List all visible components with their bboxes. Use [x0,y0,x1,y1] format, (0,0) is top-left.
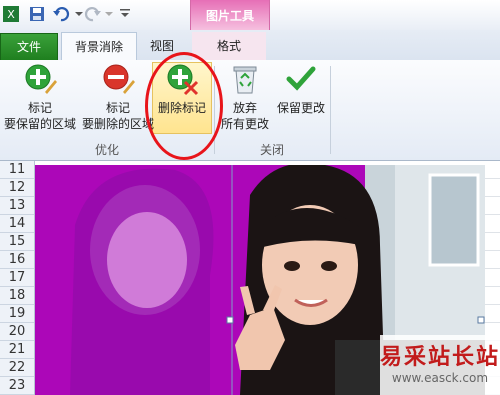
tab-format[interactable]: 格式 [192,32,266,60]
discard-line2: 所有更改 [220,117,269,131]
row-number[interactable]: 22 [0,359,34,377]
tab-file[interactable]: 文件 [0,33,58,61]
row-number[interactable]: 14 [0,215,34,233]
ribbon-tabs: 文件 背景消除 视图 格式 [0,30,500,62]
svg-text:X: X [7,8,15,21]
discard-changes-button[interactable]: 放弃 所有更改 [218,62,272,132]
row-number[interactable]: 12 [0,179,34,197]
minus-pencil-icon [103,64,135,94]
recycle-bin-icon [233,66,257,94]
customize-qat-icon[interactable] [116,5,134,23]
keep-changes-label: 保留更改 [276,101,325,115]
save-icon[interactable] [28,5,46,23]
row-number[interactable]: 16 [0,251,34,269]
keep-changes-button[interactable]: 保留更改 [270,62,332,116]
row-number[interactable]: 17 [0,269,34,287]
row-number[interactable]: 13 [0,197,34,215]
discard-line1: 放弃 [232,101,257,115]
tab-remove-background[interactable]: 背景消除 [61,32,137,62]
mark-keep-button[interactable]: 标记 要保留的区域 [2,62,78,132]
check-icon [286,66,316,91]
mark-remove-line2: 要删除的区域 [81,117,154,131]
watermark-title: 易采站长站 [380,345,500,370]
mark-keep-line1: 标记 [27,101,52,115]
excel-app-icon: X [3,6,19,22]
row-number[interactable]: 23 [0,377,34,395]
mark-keep-line2: 要保留的区域 [3,117,76,131]
row-number[interactable]: 20 [0,323,34,341]
group-separator [330,66,331,154]
row-number[interactable]: 18 [0,287,34,305]
row-number[interactable]: 11 [0,161,34,179]
plus-pencil-icon [25,64,57,94]
row-number[interactable]: 19 [0,305,34,323]
row-number[interactable]: 21 [0,341,34,359]
picture-tools-label: 图片工具 [205,9,254,23]
red-annotation-circle [145,52,223,160]
site-watermark: 易采站长站 www.easck.com [380,335,500,395]
undo-icon[interactable] [52,5,70,23]
row-number[interactable]: 15 [0,233,34,251]
watermark-url: www.easck.com [391,371,489,385]
row-headers: 11 12 13 14 15 16 17 18 19 20 21 22 23 [0,161,35,395]
group-label-close: 关闭 [259,143,284,157]
